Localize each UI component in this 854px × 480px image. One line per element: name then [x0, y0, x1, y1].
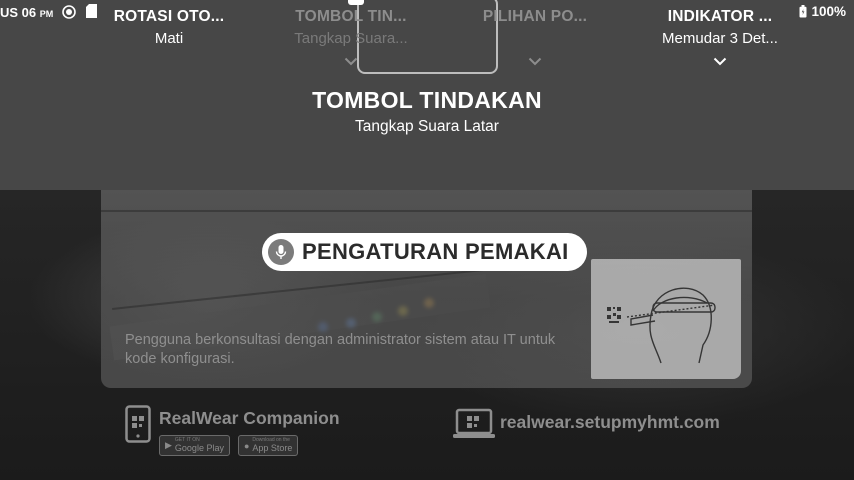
selected-option-title: TOMBOL TINDAKAN	[312, 87, 542, 113]
selected-option-subtitle: Tangkap Suara Latar	[355, 118, 499, 135]
sd-card-icon	[86, 4, 97, 18]
option-indicator[interactable]: INDIKATOR ... Memudar 3 Det...	[658, 8, 782, 66]
option-title: ROTASI OTO...	[113, 8, 225, 25]
battery-icon	[799, 5, 807, 18]
option-value: Memudar 3 Det...	[662, 30, 778, 47]
headset-illustration	[591, 259, 741, 379]
option-title: PILIHAN PO...	[482, 8, 588, 25]
google-play-badge[interactable]: ▶ GET IT ON Google Play	[159, 435, 230, 456]
card-title: PENGATURAN PEMAKAI	[302, 239, 569, 264]
option-action-button[interactable]: TOMBOL TIN... Tangkap Suara...	[290, 8, 412, 66]
chevron-down-icon[interactable]	[713, 57, 727, 66]
option-choices[interactable]: PILIHAN PO...	[478, 8, 592, 66]
companion-label: RealWear Companion	[159, 408, 340, 428]
focus-notch	[348, 0, 364, 5]
laptop-qr-icon	[453, 408, 495, 438]
app-store-badge[interactable]: ● Download on the App Store	[237, 435, 299, 456]
option-title: TOMBOL TIN...	[295, 8, 407, 25]
option-title: INDIKATOR ...	[667, 8, 773, 25]
chevron-down-icon[interactable]	[528, 57, 542, 66]
chevron-down-icon[interactable]	[344, 57, 358, 66]
screen: PENGATURAN PEMAKAI Pengguna berkonsultas…	[0, 0, 854, 480]
microphone-icon	[268, 239, 294, 265]
phone-qr-icon	[125, 405, 151, 443]
battery-status: 100%	[799, 4, 846, 19]
companion-app-link[interactable]: RealWear Companion ▶ GET IT ON Google Pla…	[125, 405, 340, 456]
settings-overlay-panel: US 06 PM 100% ROTASI OTO... Mati TOMBOL …	[0, 0, 854, 190]
option-auto-rotate[interactable]: ROTASI OTO... Mati	[112, 8, 226, 47]
user-settings-pill[interactable]: PENGATURAN PEMAKAI	[262, 233, 587, 271]
website-label: realwear.setupmyhmt.com	[500, 412, 720, 432]
option-value: Mati	[154, 30, 184, 47]
status-time: US 06 PM	[0, 5, 54, 20]
card-description: Pengguna berkonsultasi dengan administra…	[125, 332, 556, 367]
location-icon	[62, 5, 76, 19]
website-link[interactable]: realwear.setupmyhmt.com	[452, 408, 720, 440]
option-value: Tangkap Suara...	[294, 30, 408, 47]
